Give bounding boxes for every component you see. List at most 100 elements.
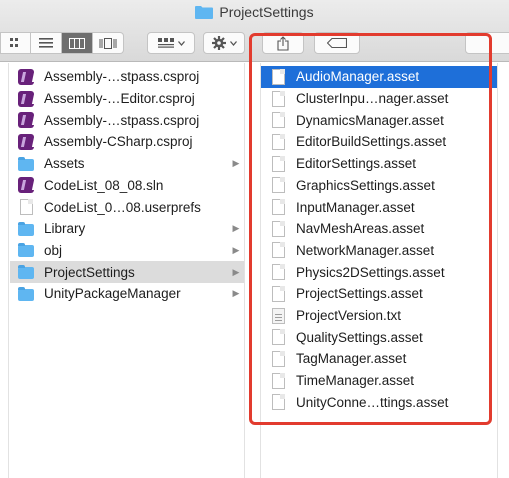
list-item-label: UnityConne…ttings.asset xyxy=(296,394,449,410)
gear-icon xyxy=(211,36,226,50)
column-divider[interactable] xyxy=(246,63,260,478)
list-item-label: NetworkManager.asset xyxy=(296,242,435,258)
search-field[interactable] xyxy=(465,32,509,54)
document-icon xyxy=(272,133,285,150)
disclosure-arrow-icon: ▶ xyxy=(232,244,240,255)
list-item-label: obj xyxy=(44,242,63,258)
folder-icon xyxy=(18,286,34,301)
chevron-down-icon xyxy=(177,40,185,46)
list-item[interactable]: UnityPackageManager ▶ xyxy=(10,283,244,305)
document-icon xyxy=(272,155,285,172)
group-menu-button[interactable] xyxy=(147,32,195,54)
document-icon xyxy=(272,90,285,107)
list-view-button[interactable] xyxy=(31,32,62,54)
disclosure-arrow-icon: ▶ xyxy=(232,158,240,169)
document-icon xyxy=(272,177,285,194)
share-icon xyxy=(277,35,289,51)
action-menu-button[interactable] xyxy=(203,32,245,54)
share-button[interactable] xyxy=(262,32,304,54)
document-icon xyxy=(272,220,285,237)
chevron-down-icon xyxy=(229,40,237,46)
list-item[interactable]: AudioManager.asset xyxy=(261,66,497,88)
list-item[interactable]: NetworkManager.asset xyxy=(261,240,497,262)
list-item[interactable]: CodeList_0…08.userprefs xyxy=(10,196,244,218)
disclosure-arrow-icon: ▶ xyxy=(232,223,240,234)
list-item[interactable]: TagManager.asset xyxy=(261,348,497,370)
list-item-label: EditorBuildSettings.asset xyxy=(296,134,447,150)
list-item-label: Assembly-CSharp.csproj xyxy=(44,134,193,150)
column-view-button[interactable] xyxy=(62,32,93,54)
list-item[interactable]: NavMeshAreas.asset xyxy=(261,218,497,240)
window-title: ProjectSettings xyxy=(0,4,509,20)
document-icon xyxy=(272,350,285,367)
folder-icon xyxy=(18,265,34,280)
list-item-label: Physics2DSettings.asset xyxy=(296,264,445,280)
list-item[interactable]: ClusterInpu…nager.asset xyxy=(261,88,497,110)
disclosure-arrow-icon: ▶ xyxy=(232,288,240,299)
list-item[interactable]: Assembly-…Editor.csproj xyxy=(10,88,244,110)
visual-studio-icon xyxy=(18,90,34,107)
list-item[interactable]: UnityConne…ttings.asset xyxy=(261,392,497,414)
list-item[interactable]: Assembly-CSharp.csproj xyxy=(10,131,244,153)
folder-icon xyxy=(18,156,34,171)
list-item-label: ProjectSettings xyxy=(44,264,135,280)
list-item[interactable]: ProjectSettings ▶ xyxy=(10,261,244,283)
document-icon xyxy=(272,112,285,129)
list-item[interactable]: ProjectSettings.asset xyxy=(261,283,497,305)
list-item[interactable]: CodeList_08_08.sln xyxy=(10,175,244,197)
list-item-label: NavMeshAreas.asset xyxy=(296,221,425,237)
list-item[interactable]: obj ▶ xyxy=(10,240,244,262)
cover-flow-view-button[interactable] xyxy=(93,32,124,54)
list-item[interactable]: ProjectVersion.txt xyxy=(261,305,497,327)
list-item-label: EditorSettings.asset xyxy=(296,156,417,172)
list-item-label: AudioManager.asset xyxy=(296,69,420,85)
list-item[interactable]: Physics2DSettings.asset xyxy=(261,261,497,283)
document-icon xyxy=(272,264,285,281)
arrange-icon xyxy=(157,38,174,48)
list-item-label: InputManager.asset xyxy=(296,199,415,215)
list-item[interactable]: Assembly-…stpass.csproj xyxy=(10,109,244,131)
list-item-label: Assembly-…Editor.csproj xyxy=(44,91,195,107)
tag-icon xyxy=(327,38,347,48)
window-title-text: ProjectSettings xyxy=(219,4,314,20)
visual-studio-icon xyxy=(18,112,34,129)
list-item[interactable]: Assets ▶ xyxy=(10,153,244,175)
list-icon xyxy=(39,38,53,48)
list-item-label: Assets xyxy=(44,156,85,172)
text-file-icon xyxy=(272,307,285,324)
list-item-label: ProjectVersion.txt xyxy=(296,308,402,324)
list-item[interactable]: TimeManager.asset xyxy=(261,370,497,392)
list-item[interactable]: Library ▶ xyxy=(10,218,244,240)
document-icon xyxy=(272,199,285,216)
list-item-label: Assembly-…stpass.csproj xyxy=(44,112,200,128)
document-icon xyxy=(20,199,33,216)
list-item-label: DynamicsManager.asset xyxy=(296,112,444,128)
folder-icon xyxy=(195,6,214,19)
list-item[interactable]: EditorBuildSettings.asset xyxy=(261,131,497,153)
cover-flow-icon xyxy=(99,37,117,49)
list-item[interactable]: GraphicsSettings.asset xyxy=(261,175,497,197)
edit-tags-button[interactable] xyxy=(314,32,360,54)
list-item[interactable]: Assembly-…stpass.csproj xyxy=(10,66,244,88)
list-item[interactable]: QualitySettings.asset xyxy=(261,326,497,348)
folder-icon xyxy=(18,221,34,236)
list-item[interactable]: DynamicsManager.asset xyxy=(261,109,497,131)
document-icon xyxy=(272,242,285,259)
document-icon xyxy=(272,329,285,346)
list-item-label: Library xyxy=(44,221,86,237)
list-item-label: UnityPackageManager xyxy=(44,286,181,302)
folder-icon xyxy=(18,243,34,258)
finder-toolbar: ProjectSettings xyxy=(0,0,509,62)
list-item[interactable]: InputManager.asset xyxy=(261,196,497,218)
document-icon xyxy=(272,68,285,85)
column-project-settings: AudioManager.asset ClusterInpu…nager.asse… xyxy=(260,63,498,478)
icon-view-button[interactable] xyxy=(0,32,31,54)
disclosure-arrow-icon: ▶ xyxy=(232,266,240,277)
list-item-label: CodeList_0…08.userprefs xyxy=(44,199,201,215)
grid-icon xyxy=(9,38,18,47)
visual-studio-icon xyxy=(18,133,34,150)
list-item-label: ClusterInpu…nager.asset xyxy=(296,91,449,107)
list-item[interactable]: EditorSettings.asset xyxy=(261,153,497,175)
list-item-label: ProjectSettings.asset xyxy=(296,286,423,302)
visual-studio-icon xyxy=(18,68,34,85)
